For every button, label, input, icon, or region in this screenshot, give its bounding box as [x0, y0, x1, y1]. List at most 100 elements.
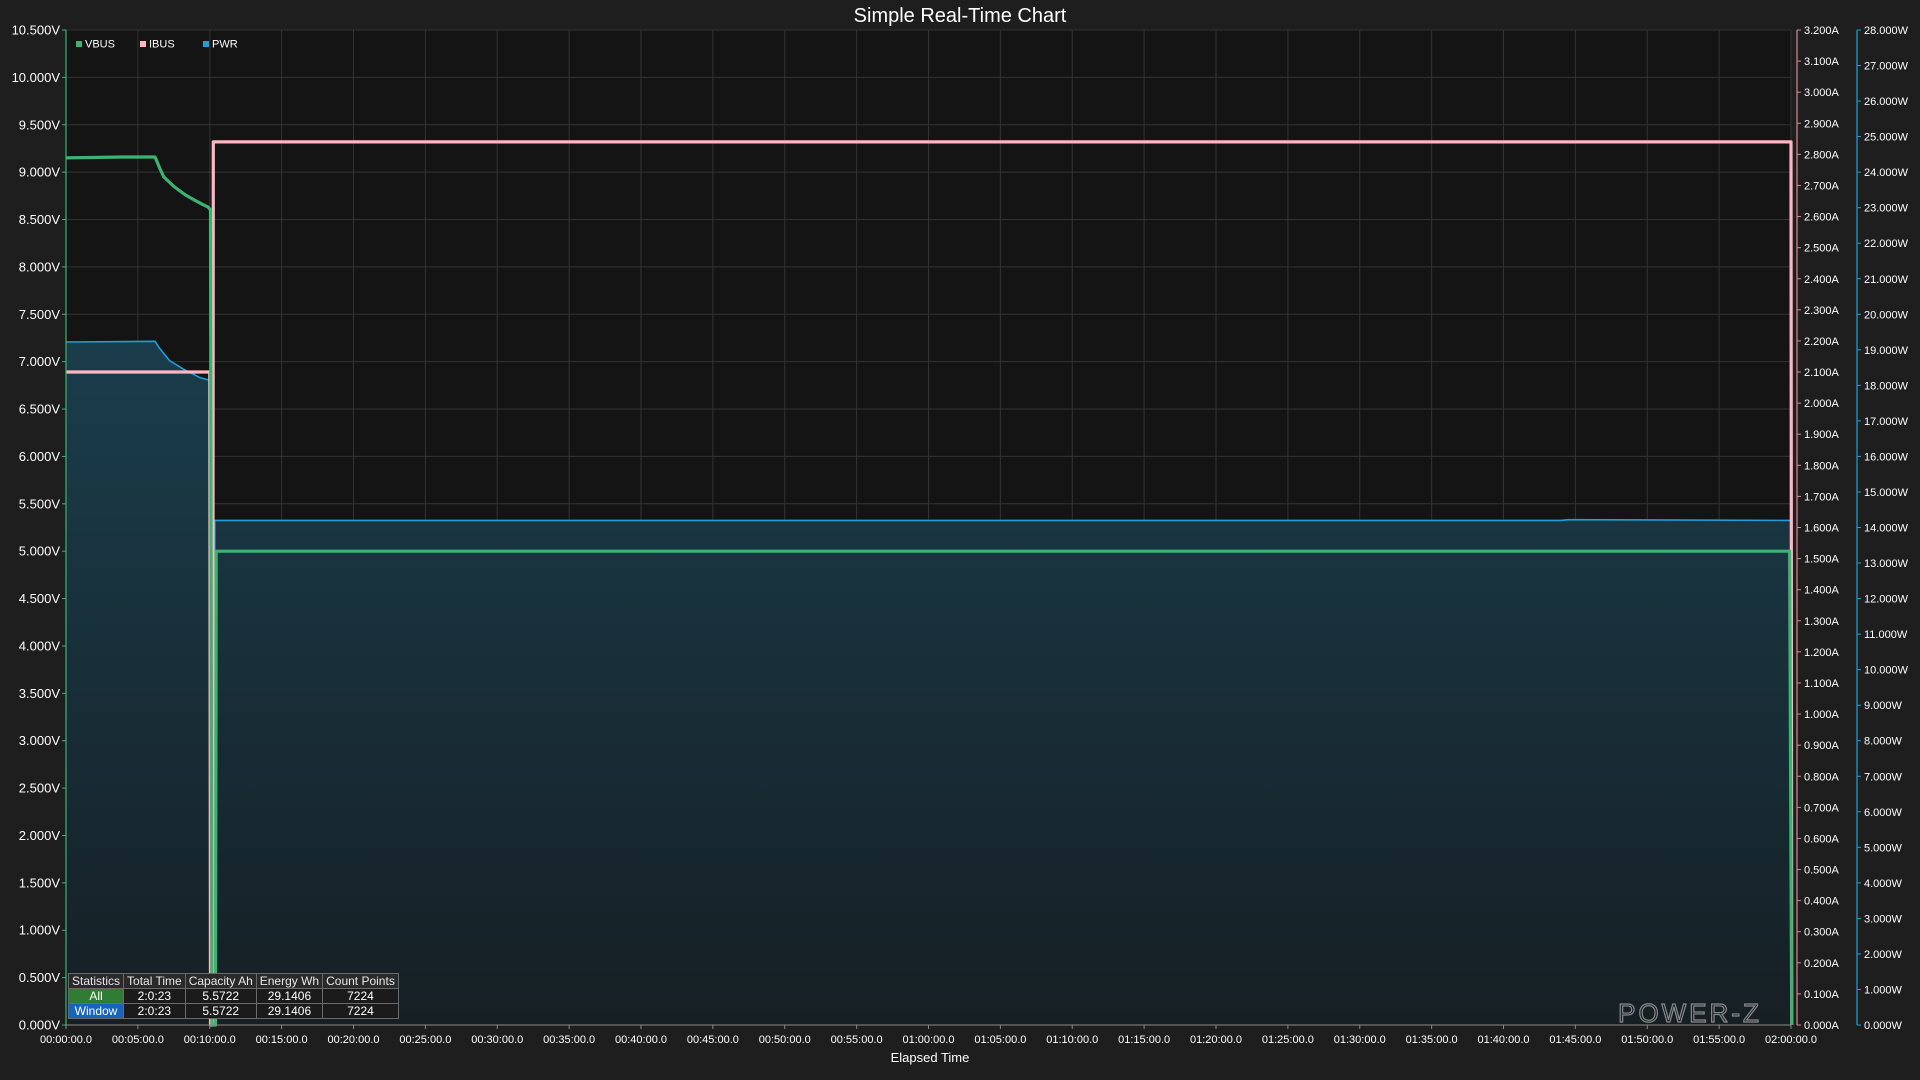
y-tick-label-power: 23.000W	[1864, 203, 1909, 215]
energy-header: Energy Wh	[255, 973, 324, 989]
y-tick-label-power: 18.000W	[1864, 380, 1909, 392]
statistics-header: Statistics	[67, 973, 125, 989]
y-tick-label-current: 0.000A	[1804, 1020, 1840, 1032]
legend-label-ibus: IBUS	[149, 39, 175, 51]
x-tick-label: 01:05:00.0	[974, 1034, 1026, 1046]
y-tick-label-power: 2.000W	[1864, 949, 1903, 961]
legend-swatch-ibus	[140, 41, 146, 47]
y-tick-label-current: 2.100A	[1804, 367, 1840, 379]
y-tick-label-current: 2.300A	[1804, 305, 1840, 317]
y-tick-label-voltage: 3.500V	[19, 686, 61, 701]
x-tick-label: 00:40:00.0	[615, 1034, 667, 1046]
y-tick-label-power: 20.000W	[1864, 309, 1909, 321]
x-tick-label: 01:40:00.0	[1478, 1034, 1530, 1046]
y-tick-label-current: 1.600A	[1804, 523, 1840, 535]
y-tick-label-power: 7.000W	[1864, 771, 1903, 783]
y-tick-label-power: 26.000W	[1864, 96, 1909, 108]
y-tick-label-power: 6.000W	[1864, 807, 1903, 819]
statistics-row-all: All 2:0:23 5.5722 29.1406 7224	[67, 988, 399, 1004]
x-tick-label: 00:10:00.0	[184, 1034, 236, 1046]
statistics-header-row: Statistics Total Time Capacity Ah Energy…	[67, 973, 399, 989]
y-tick-label-current: 0.900A	[1804, 740, 1840, 752]
x-tick-label: 00:35:00.0	[543, 1034, 595, 1046]
y-tick-label-power: 15.000W	[1864, 487, 1909, 499]
y-tick-label-current: 0.200A	[1804, 958, 1840, 970]
y-tick-label-current: 2.200A	[1804, 336, 1840, 348]
total-time-value: 2:0:23	[123, 988, 186, 1004]
y-tick-label-voltage: 7.500V	[19, 307, 61, 322]
x-tick-label: 01:25:00.0	[1262, 1034, 1314, 1046]
y-tick-label-power: 11.000W	[1864, 629, 1908, 641]
capacity-value: 5.5722	[184, 1003, 257, 1019]
legend-label-pwr: PWR	[212, 39, 238, 51]
y-tick-label-power: 17.000W	[1864, 416, 1909, 428]
y-tick-label-power: 14.000W	[1864, 523, 1909, 535]
y-tick-label-power: 25.000W	[1864, 132, 1909, 144]
power-z-watermark: POWER-Z	[1618, 998, 1762, 1028]
y-tick-label-voltage: 7.000V	[19, 354, 61, 369]
y-tick-label-power: 9.000W	[1864, 700, 1903, 712]
y-tick-label-power: 22.000W	[1864, 238, 1909, 250]
y-tick-label-current: 0.300A	[1804, 927, 1840, 939]
y-tick-label-voltage: 5.000V	[19, 544, 61, 559]
x-tick-label: 01:00:00.0	[903, 1034, 955, 1046]
x-tick-label: 01:20:00.0	[1190, 1034, 1242, 1046]
y-tick-label-current: 0.700A	[1804, 802, 1840, 814]
capacity-header: Capacity Ah	[184, 973, 257, 989]
chart-title: Simple Real-Time Chart	[854, 5, 1067, 27]
y-tick-label-voltage: 9.500V	[19, 117, 61, 132]
y-tick-label-voltage: 8.500V	[19, 212, 61, 227]
x-tick-label: 01:10:00.0	[1046, 1034, 1098, 1046]
y-tick-label-current: 3.100A	[1804, 56, 1840, 68]
y-tick-label-voltage: 0.000V	[19, 1018, 61, 1033]
y-tick-label-current: 2.000A	[1804, 398, 1840, 410]
y-tick-label-current: 2.500A	[1804, 243, 1840, 255]
y-tick-label-voltage: 2.500V	[19, 781, 61, 796]
count-points-value: 7224	[322, 1003, 399, 1019]
y-tick-label-power: 3.000W	[1864, 913, 1903, 925]
x-tick-label: 00:20:00.0	[328, 1034, 380, 1046]
x-tick-label: 00:05:00.0	[112, 1034, 164, 1046]
y-tick-label-voltage: 0.500V	[19, 970, 61, 985]
y-tick-label-current: 0.400A	[1804, 896, 1840, 908]
capacity-value: 5.5722	[184, 988, 257, 1004]
y-tick-label-power: 10.000W	[1864, 665, 1909, 677]
y-tick-label-current: 2.900A	[1804, 118, 1840, 130]
x-tick-label: 00:55:00.0	[831, 1034, 883, 1046]
y-tick-label-current: 1.500A	[1804, 554, 1840, 566]
y-tick-label-power: 19.000W	[1864, 345, 1909, 357]
total-time-header: Total Time	[123, 973, 186, 989]
energy-value: 29.1406	[255, 1003, 324, 1019]
row-label-window: Window	[67, 1003, 125, 1019]
y-tick-label-voltage: 4.500V	[19, 591, 61, 606]
energy-value: 29.1406	[255, 988, 324, 1004]
y-tick-label-current: 1.200A	[1804, 647, 1840, 659]
x-tick-label: 00:00:00.0	[40, 1034, 92, 1046]
y-tick-label-power: 8.000W	[1864, 736, 1903, 748]
x-tick-label: 00:15:00.0	[256, 1034, 308, 1046]
x-tick-label: 00:45:00.0	[687, 1034, 739, 1046]
statistics-table: Statistics Total Time Capacity Ah Energy…	[67, 973, 399, 1019]
y-tick-label-current: 1.300A	[1804, 616, 1840, 628]
x-tick-label: 01:15:00.0	[1118, 1034, 1170, 1046]
x-tick-label: 01:30:00.0	[1334, 1034, 1386, 1046]
y-tick-label-current: 3.000A	[1804, 87, 1840, 99]
legend-swatch-pwr	[203, 41, 209, 47]
x-tick-label: 00:30:00.0	[471, 1034, 523, 1046]
x-tick-label: 00:25:00.0	[399, 1034, 451, 1046]
x-tick-label: 01:35:00.0	[1406, 1034, 1458, 1046]
y-tick-label-voltage: 9.000V	[19, 165, 61, 180]
statistics-row-window: Window 2:0:23 5.5722 29.1406 7224	[67, 1003, 399, 1019]
y-tick-label-voltage: 3.000V	[19, 733, 61, 748]
legend-label-vbus: VBUS	[85, 39, 115, 51]
y-tick-label-current: 1.000A	[1804, 709, 1840, 721]
row-label-all: All	[67, 988, 125, 1004]
y-tick-label-voltage: 10.000V	[12, 70, 61, 85]
y-tick-label-current: 1.700A	[1804, 491, 1840, 503]
y-tick-label-voltage: 6.000V	[19, 449, 61, 464]
y-tick-label-current: 0.800A	[1804, 771, 1840, 783]
y-tick-label-current: 1.900A	[1804, 429, 1840, 441]
legend: VBUS IBUS PWR	[76, 39, 238, 51]
y-tick-label-voltage: 1.000V	[19, 923, 61, 938]
y-tick-label-power: 12.000W	[1864, 594, 1909, 606]
